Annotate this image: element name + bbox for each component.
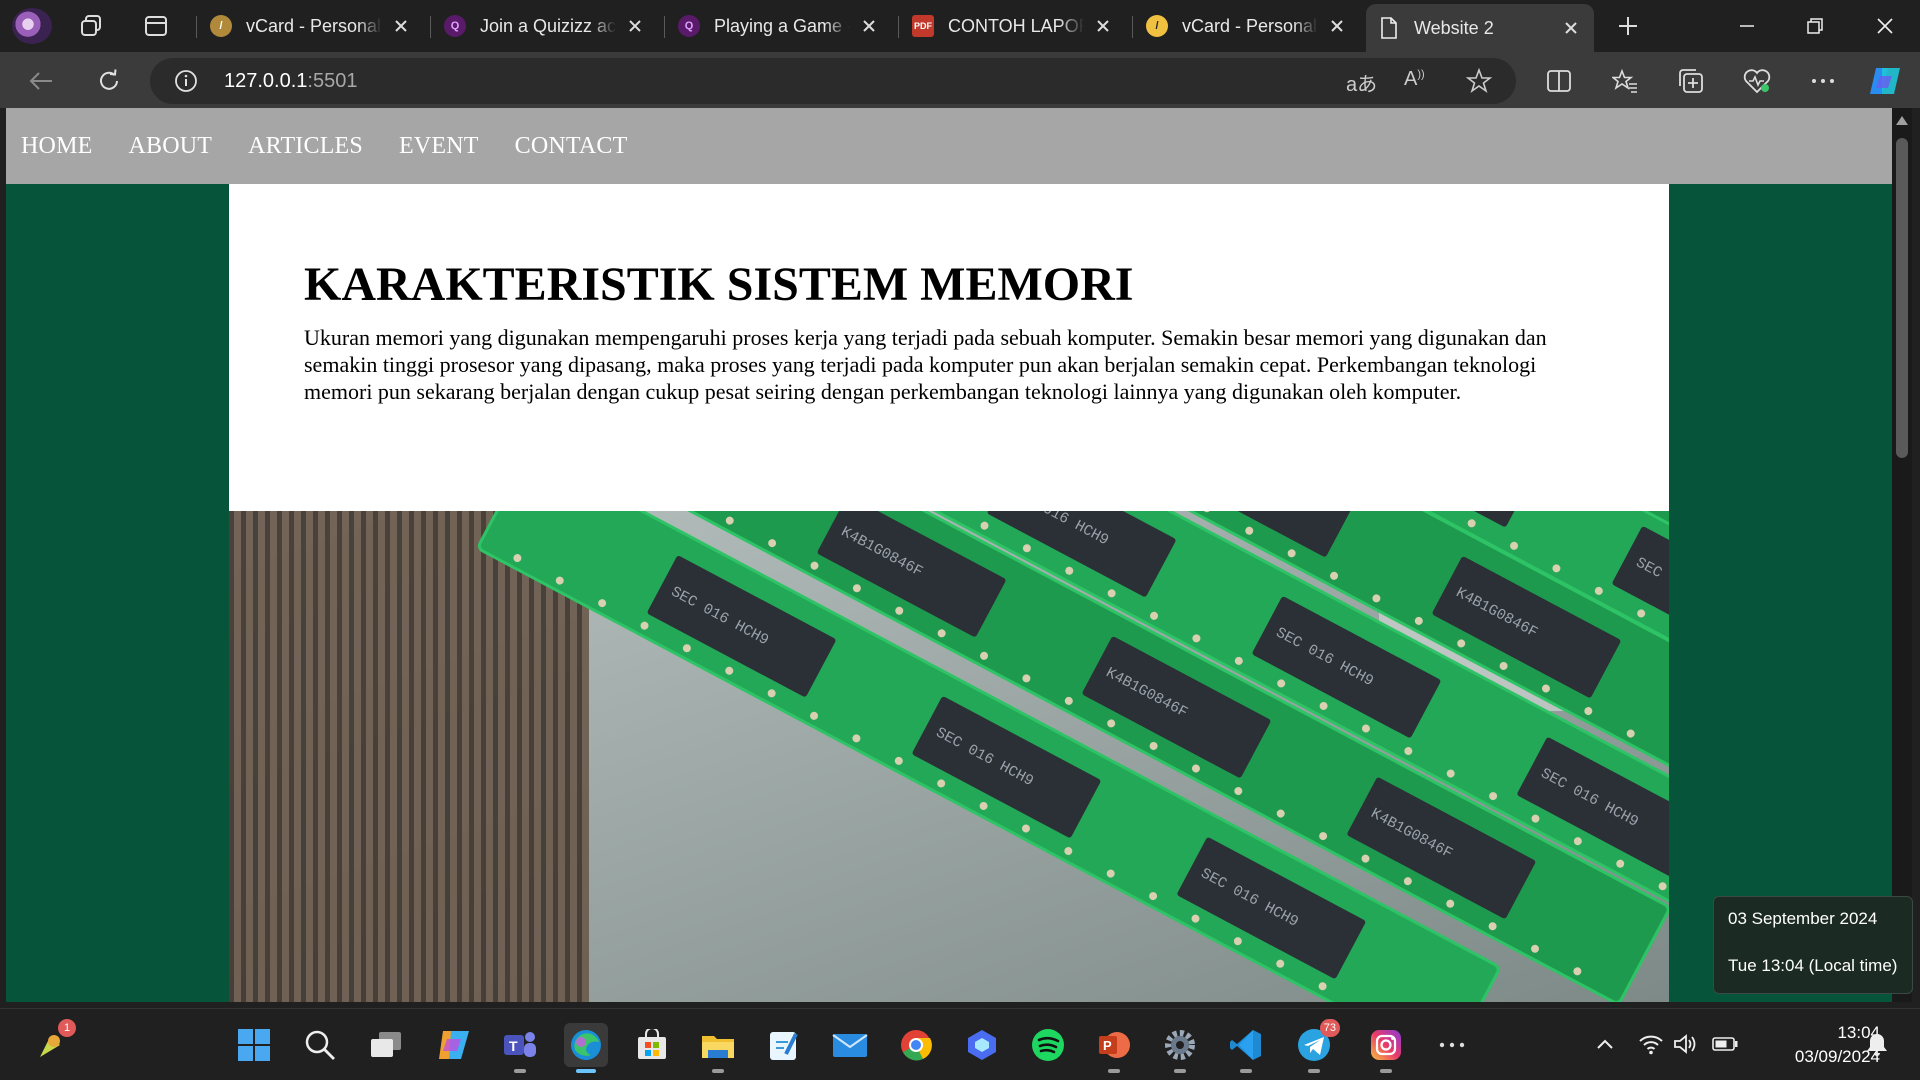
article-heading: KARAKTERISTIK SISTEM MEMORI bbox=[304, 258, 1134, 311]
page-icon bbox=[1378, 17, 1400, 39]
battery-icon[interactable] bbox=[1710, 1029, 1740, 1059]
popup-time: Tue 13:04 (Local time) bbox=[1728, 956, 1898, 975]
more-apps-icon[interactable] bbox=[1430, 1023, 1474, 1067]
search-icon[interactable] bbox=[298, 1023, 342, 1067]
show-hidden-icons-chevron-icon[interactable] bbox=[1590, 1029, 1620, 1059]
favorite-star-icon[interactable] bbox=[1465, 67, 1493, 99]
workspaces-icon[interactable] bbox=[76, 10, 108, 42]
split-screen-icon[interactable] bbox=[1542, 64, 1576, 98]
notification-badge: 1 bbox=[58, 1019, 76, 1037]
nav-home[interactable]: HOME bbox=[21, 133, 92, 160]
page-viewport: HOME ABOUT ARTICLES EVENT CONTACT KARAKT… bbox=[6, 108, 1892, 1002]
tab-quizizz-game[interactable]: Q Playing a Game - Quizizz bbox=[666, 6, 892, 46]
close-tab-icon[interactable] bbox=[858, 15, 880, 37]
close-window-icon[interactable] bbox=[1852, 6, 1918, 46]
telegram-icon[interactable]: 73 bbox=[1292, 1019, 1340, 1073]
minimize-icon[interactable] bbox=[1714, 6, 1780, 46]
restore-icon[interactable] bbox=[1782, 6, 1848, 46]
article-paragraph: Ukuran memori yang digunakan mempengaruh… bbox=[304, 325, 1547, 405]
memory-modules-photo: SEC 016 HCH9 SEC 016 HCH9 SEC 016 HCH9 K4B1… bbox=[229, 511, 1669, 1002]
tab-contoh-laporan[interactable]: PDF CONTOH LAPORAN bbox=[900, 6, 1126, 46]
scroll-up-arrow-icon[interactable] bbox=[1896, 116, 1908, 125]
more-options-icon[interactable] bbox=[1806, 64, 1840, 98]
read-aloud-icon[interactable]: A)) bbox=[1404, 68, 1425, 91]
taskbar: 1 T P 73 13:04 03/09/2024 bbox=[0, 1008, 1920, 1080]
start-windows-icon[interactable] bbox=[232, 1023, 276, 1067]
powerpoint-icon[interactable]: P bbox=[1092, 1023, 1136, 1073]
favorites-icon[interactable] bbox=[1608, 64, 1642, 98]
nav-about[interactable]: ABOUT bbox=[128, 133, 212, 160]
svg-text:T: T bbox=[509, 1038, 518, 1054]
date-time-popup: 03 September 2024 Tue 13:04 (Local time) bbox=[1713, 896, 1913, 994]
scroll-thumb[interactable] bbox=[1896, 138, 1908, 458]
copilot-icon[interactable] bbox=[1868, 64, 1902, 98]
copilot-app-icon[interactable] bbox=[960, 1023, 1004, 1067]
quizizz-icon: Q bbox=[444, 15, 466, 37]
volume-icon[interactable] bbox=[1670, 1029, 1700, 1059]
profile-avatar[interactable] bbox=[12, 8, 52, 44]
url-text[interactable]: 127.0.0.1:5501 bbox=[224, 70, 357, 93]
close-tab-icon[interactable] bbox=[1326, 15, 1348, 37]
copilot-taskbar-icon[interactable] bbox=[432, 1023, 476, 1067]
nav-articles[interactable]: ARTICLES bbox=[248, 133, 363, 160]
close-tab-icon[interactable] bbox=[1560, 17, 1582, 39]
microsoft-store-icon[interactable] bbox=[630, 1023, 674, 1067]
vcard-icon: / bbox=[1146, 15, 1168, 37]
new-tab-icon[interactable] bbox=[1612, 10, 1644, 42]
clock-date: 03/09/2024 bbox=[1794, 1047, 1880, 1066]
site-nav: HOME ABOUT ARTICLES EVENT CONTACT bbox=[6, 108, 1892, 184]
translate-icon[interactable]: aあ bbox=[1346, 68, 1377, 97]
quizizz-icon: Q bbox=[678, 15, 700, 37]
pdf-icon: PDF bbox=[912, 15, 934, 37]
chrome-icon[interactable] bbox=[894, 1023, 938, 1067]
edge-icon[interactable] bbox=[564, 1023, 608, 1073]
tab-vcard-1[interactable]: / vCard - Personal Portfolio bbox=[198, 6, 424, 46]
tab-vcard-2[interactable]: / vCard - Personal Portfolio bbox=[1134, 6, 1360, 46]
collections-icon[interactable] bbox=[1674, 64, 1708, 98]
nav-event[interactable]: EVENT bbox=[399, 133, 479, 160]
vscode-icon[interactable] bbox=[1224, 1023, 1268, 1073]
browser-essentials-icon[interactable] bbox=[1740, 64, 1774, 98]
notification-bell-icon[interactable] bbox=[1862, 1029, 1892, 1059]
article-section: KARAKTERISTIK SISTEM MEMORI Ukuran memor… bbox=[229, 184, 1669, 511]
notepad-icon[interactable] bbox=[762, 1023, 806, 1067]
address-bar[interactable]: 127.0.0.1:5501 aあ A)) bbox=[150, 58, 1516, 104]
clock-time: 13:04 bbox=[1837, 1023, 1880, 1042]
svg-text:P: P bbox=[1103, 1038, 1112, 1053]
popup-date: 03 September 2024 bbox=[1728, 909, 1878, 928]
close-tab-icon[interactable] bbox=[1092, 15, 1114, 37]
task-view-icon[interactable] bbox=[364, 1023, 408, 1067]
browser-toolbar: 127.0.0.1:5501 aあ A)) bbox=[0, 52, 1920, 108]
file-explorer-icon[interactable] bbox=[696, 1023, 740, 1073]
teams-icon[interactable]: T bbox=[498, 1023, 542, 1073]
refresh-icon[interactable] bbox=[92, 64, 126, 98]
taskbar-clock[interactable]: 13:04 03/09/2024 bbox=[1750, 1021, 1880, 1069]
mail-icon[interactable] bbox=[828, 1023, 872, 1067]
widgets-icon[interactable]: 1 bbox=[28, 1019, 76, 1067]
tab-actions-icon[interactable] bbox=[140, 10, 172, 42]
back-arrow-icon[interactable] bbox=[24, 64, 58, 98]
settings-gear-icon[interactable] bbox=[1158, 1023, 1202, 1073]
tab-strip: / vCard - Personal Portfolio Q Join a Qu… bbox=[0, 0, 1920, 52]
nav-contact[interactable]: CONTACT bbox=[515, 133, 628, 160]
close-tab-icon[interactable] bbox=[390, 15, 412, 37]
spotify-icon[interactable] bbox=[1026, 1023, 1070, 1067]
page-scrollbar[interactable] bbox=[1892, 108, 1912, 1002]
tab-quizizz-join[interactable]: Q Join a Quizizz activity bbox=[432, 6, 658, 46]
instagram-icon[interactable] bbox=[1364, 1023, 1408, 1073]
vcard-icon: / bbox=[210, 15, 232, 37]
wifi-icon[interactable] bbox=[1636, 1029, 1666, 1059]
close-tab-icon[interactable] bbox=[624, 15, 646, 37]
telegram-badge: 73 bbox=[1319, 1019, 1340, 1037]
tab-website-2[interactable]: Website 2 bbox=[1366, 4, 1594, 52]
site-info-icon[interactable] bbox=[174, 69, 198, 98]
